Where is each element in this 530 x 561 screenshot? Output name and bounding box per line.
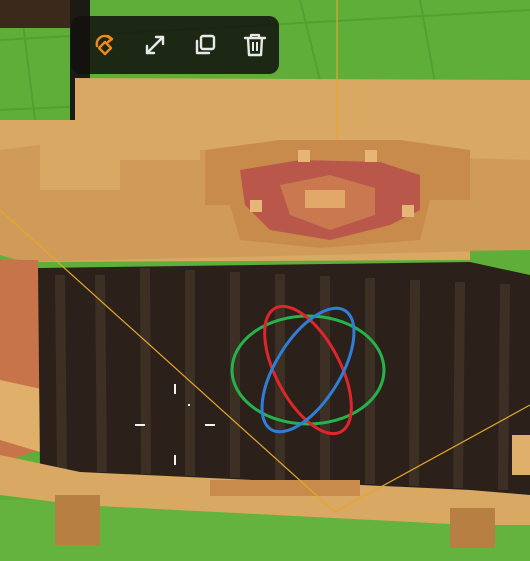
scale-button[interactable] <box>133 23 177 67</box>
duplicate-button[interactable] <box>183 23 227 67</box>
tree-trunk <box>0 0 70 28</box>
3d-viewport[interactable] <box>0 0 530 561</box>
transform-toolbar <box>71 16 279 74</box>
duplicate-icon <box>195 34 216 55</box>
scale-icon <box>145 35 165 55</box>
cabinet-model[interactable] <box>0 78 530 548</box>
voxel-scene[interactable] <box>0 0 530 561</box>
trash-icon <box>243 33 267 57</box>
rotate-icon <box>95 34 114 56</box>
delete-button[interactable] <box>233 23 277 67</box>
rotate-button[interactable] <box>83 23 127 67</box>
